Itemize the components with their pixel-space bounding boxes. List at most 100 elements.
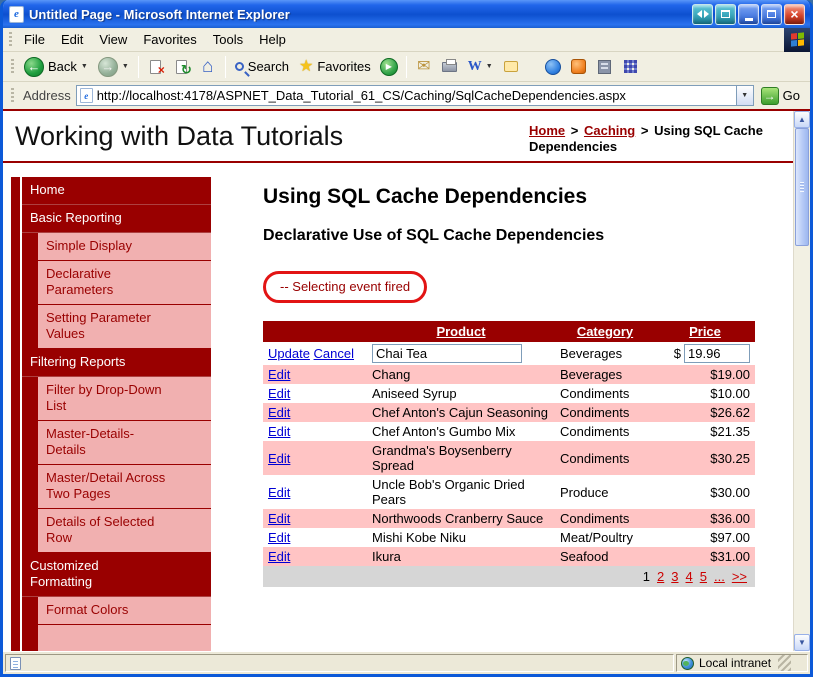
favorites-label: Favorites [317,59,371,74]
sidebar-item-details-of-selected-row[interactable]: Details of Selected Row [38,509,211,553]
sidebar-item-setting-parameter-values[interactable]: Setting Parameter Values [38,305,211,349]
rebar-handle[interactable] [11,87,14,104]
mail-button[interactable]: ✉ [412,55,436,79]
edit-link[interactable]: Edit [268,424,290,439]
address-input[interactable]: e http://localhost:4178/ASPNET_Data_Tuto… [75,85,754,106]
edit-link[interactable]: Edit [268,549,290,564]
sidebar-item-filter-by-drop-down-list[interactable]: Filter by Drop-Down List [38,377,211,421]
sort-product-link[interactable]: Product [436,324,485,339]
cancel-link[interactable]: Cancel [314,346,354,361]
breadcrumb-home-link[interactable]: Home [529,123,565,138]
scroll-down-button[interactable]: ▼ [794,634,810,651]
product-name-input[interactable] [372,344,522,363]
messenger-button[interactable] [541,55,565,79]
refresh-button[interactable]: ↻ [170,55,194,79]
discuss-button[interactable] [499,55,523,79]
close-button[interactable]: × [784,3,805,25]
table-row: Edit Chef Anton's Cajun Seasoning Condim… [263,403,755,422]
status-message-panel [5,654,674,672]
stop-button[interactable]: × [144,55,168,79]
maximize-button[interactable] [761,3,782,25]
home-button[interactable]: ⌂ [196,55,220,79]
media-button[interactable]: ▶ [377,55,401,79]
edit-link[interactable]: Edit [268,530,290,545]
favorites-button[interactable]: ★ Favorites [295,57,375,77]
fullscreen-toggle-button[interactable] [692,3,713,25]
menu-item-view[interactable]: View [91,29,135,50]
edit-with-word-button[interactable]: W ▼ [464,57,497,77]
detach-window-button[interactable] [715,3,736,25]
messenger-icon [544,58,561,75]
category-cell: Condiments [555,403,655,422]
addon-research-button[interactable] [593,55,617,79]
addon-orange-button[interactable] [567,55,591,79]
sidebar-item-declarative-parameters[interactable]: Declarative Parameters [38,261,211,305]
pager-page-5-link[interactable]: 5 [700,569,707,584]
edit-link[interactable]: Edit [268,451,290,466]
pager-next-link[interactable]: >> [732,569,747,584]
menu-item-tools[interactable]: Tools [205,29,251,50]
edit-link[interactable]: Edit [268,367,290,382]
back-dropdown-icon[interactable]: ▼ [81,63,88,70]
print-button[interactable] [438,55,462,79]
product-cell: Chef Anton's Cajun Seasoning [367,403,555,422]
go-button[interactable]: → Go [759,86,806,105]
sidebar-nav: Home Basic Reporting Simple Display Decl… [22,177,211,651]
product-cell: Uncle Bob's Organic Dried Pears [372,477,525,507]
scrollbar-track[interactable] [794,246,810,634]
pager-ellipsis-link[interactable]: ... [714,569,725,584]
back-button[interactable]: ← Back ▼ [20,55,92,79]
product-cell: Aniseed Syrup [372,386,457,401]
menu-item-favorites[interactable]: Favorites [135,29,204,50]
maximize-icon [767,10,776,18]
address-dropdown-button[interactable]: ▼ [735,86,753,105]
address-bar: Address e http://localhost:4178/ASPNET_D… [3,82,810,109]
addon-grid-button[interactable] [619,55,643,79]
scroll-up-button[interactable]: ▲ [794,111,810,128]
resize-grip[interactable] [778,655,792,671]
sidebar-item-simple-display[interactable]: Simple Display [38,233,211,261]
sidebar-item-format-colors[interactable]: Format Colors [38,597,211,625]
category-cell: Beverages [555,365,655,384]
sidebar-item-master-details-details[interactable]: Master-Details-Details [38,421,211,465]
category-cell: Meat/Poultry [560,530,633,545]
rebar-handle[interactable] [11,58,14,75]
edit-link[interactable]: Edit [268,485,290,500]
printer-icon [442,58,458,72]
sort-category-link[interactable]: Category [577,324,633,339]
pager-page-3-link[interactable]: 3 [671,569,678,584]
rebar-handle[interactable] [9,31,12,48]
menu-item-edit[interactable]: Edit [53,29,91,50]
edit-link[interactable]: Edit [268,405,290,420]
pager-page-4-link[interactable]: 4 [686,569,693,584]
sort-price-link[interactable]: Price [689,324,721,339]
sidebar-item-master-detail-across-two-pages[interactable]: Master/Detail Across Two Pages [38,465,211,509]
category-cell: Beverages [560,346,623,361]
forward-button[interactable]: → ▼ [94,55,133,79]
breadcrumb-caching-link[interactable]: Caching [584,123,635,138]
edit-link[interactable]: Edit [268,386,290,401]
breadcrumb: Home > Caching > Using SQL Cache Depende… [529,123,783,155]
menu-item-help[interactable]: Help [251,29,294,50]
media-icon: ▶ [379,57,398,76]
search-button[interactable]: Search [231,57,293,76]
status-bar: Local intranet [3,651,810,674]
sidebar-item-home[interactable]: Home [22,177,211,205]
star-icon: ★ [298,57,314,75]
menu-item-file[interactable]: File [16,29,53,50]
sidebar-item-customized-formatting[interactable]: Customized Formatting [22,553,211,597]
scrollbar-thumb[interactable] [795,128,809,246]
update-link[interactable]: Update [268,346,310,361]
sidebar-item-filtering-reports[interactable]: Filtering Reports [22,349,211,377]
sidebar-item-basic-reporting[interactable]: Basic Reporting [22,205,211,233]
edit-dropdown-icon[interactable]: ▼ [486,63,493,70]
edit-link[interactable]: Edit [268,511,290,526]
forward-dropdown-icon[interactable]: ▼ [122,63,129,70]
minimize-button[interactable] [738,3,759,25]
search-label: Search [247,59,289,74]
price-cell: $97.00 [710,530,750,545]
pager-page-2-link[interactable]: 2 [657,569,664,584]
price-input[interactable] [684,344,750,363]
title-bar[interactable]: e Untitled Page - Microsoft Internet Exp… [3,0,810,28]
vertical-scrollbar[interactable]: ▲ ▼ [793,111,810,651]
